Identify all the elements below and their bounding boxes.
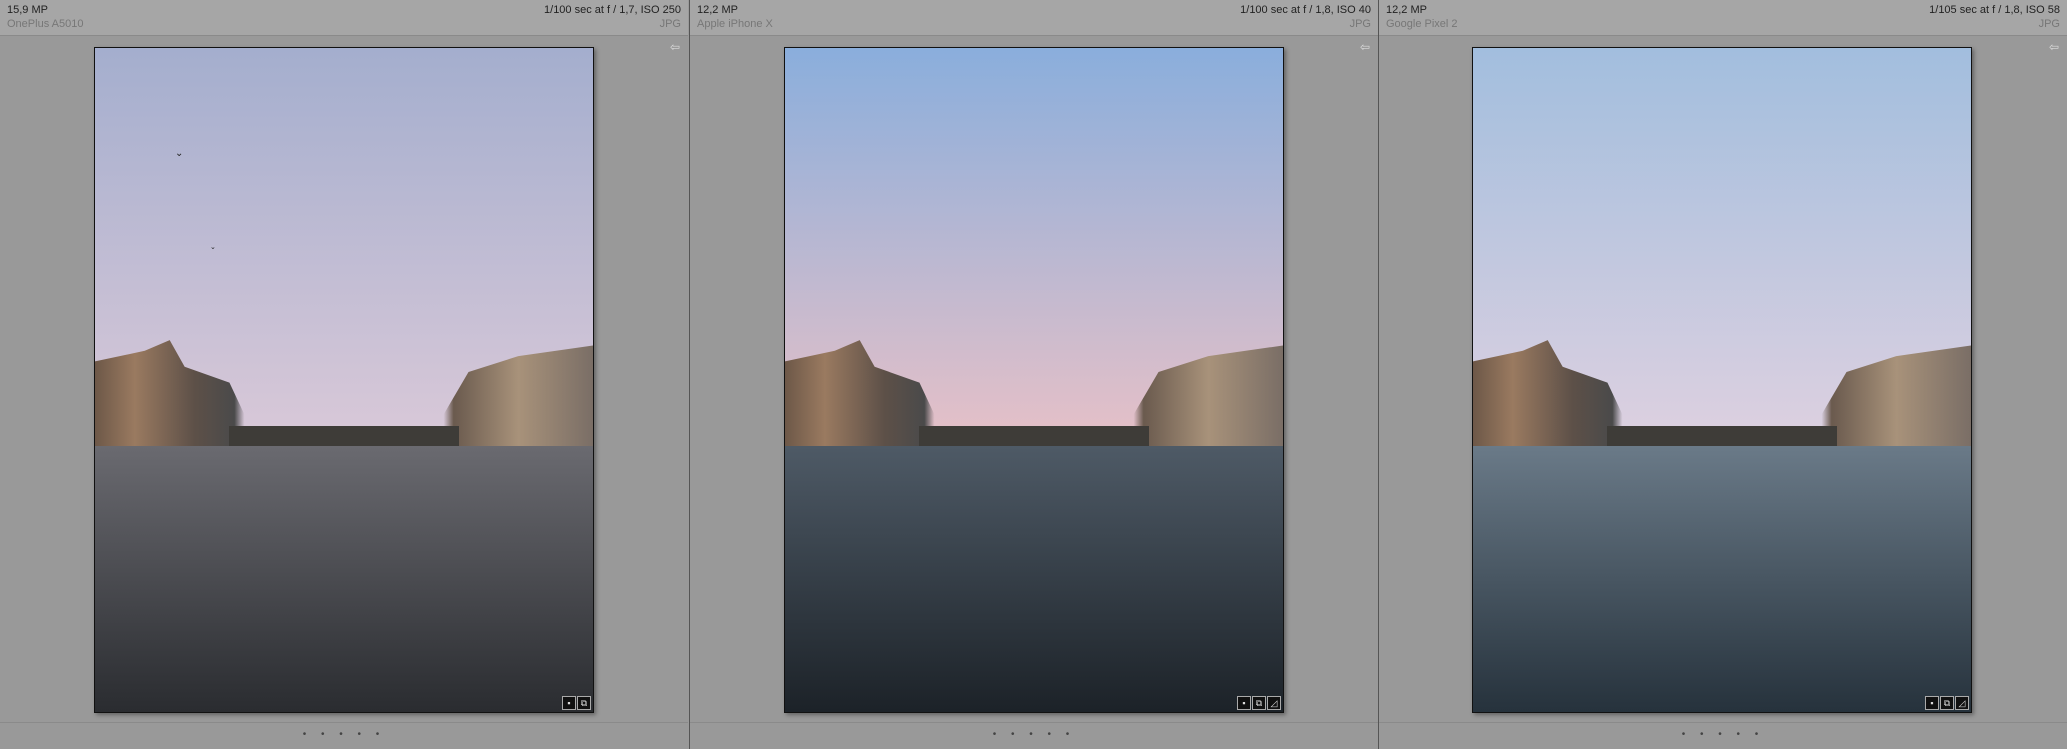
panel-footer: • • • • • [1379,722,2067,749]
file-format: JPG [1349,18,1371,30]
swap-arrow-icon[interactable]: ⇦ [2049,40,2059,54]
camera-model: Google Pixel 2 [1386,18,1458,30]
comment-icon[interactable]: ▪ [562,696,576,710]
photo-water [95,446,593,712]
exposure-info: 1/100 sec at f / 1,7, ISO 250 [544,4,681,16]
badge-row: ▪ ⧉ ◿ [1925,696,1969,710]
compare-panel-1[interactable]: 15,9 MP OnePlus A5010 1/100 sec at f / 1… [0,0,688,749]
camera-model: Apple iPhone X [697,18,773,30]
copy-icon[interactable]: ⧉ [1940,696,1954,710]
comment-icon[interactable]: ▪ [1237,696,1251,710]
photo-bridge [919,426,1149,447]
rating-dots[interactable]: • • • • • [1379,729,2067,740]
photo-bridge [229,426,459,447]
info-header: 12,2 MP Google Pixel 2 1/105 sec at f / … [1379,0,2067,36]
swap-arrow-icon[interactable]: ⇦ [670,40,680,54]
info-header: 15,9 MP OnePlus A5010 1/100 sec at f / 1… [0,0,688,36]
compare-panel-3[interactable]: 12,2 MP Google Pixel 2 1/105 sec at f / … [1378,0,2067,749]
photo[interactable]: ▪ ⧉ ◿ [784,47,1284,713]
photo-water [1473,446,1971,712]
badge-row: ▪ ⧉ ◿ [1237,696,1281,710]
megapixels: 15,9 MP [7,4,48,16]
camera-model: OnePlus A5010 [7,18,84,30]
photo[interactable]: ▪ ⧉ ◿ [1472,47,1972,713]
badge-row: ▪ ⧉ [562,696,591,710]
exposure-info: 1/100 sec at f / 1,8, ISO 40 [1240,4,1371,16]
info-header: 12,2 MP Apple iPhone X 1/100 sec at f / … [690,0,1378,36]
comment-icon[interactable]: ▪ [1925,696,1939,710]
megapixels: 12,2 MP [697,4,738,16]
copy-icon[interactable]: ⧉ [577,696,591,710]
swap-arrow-icon[interactable]: ⇦ [1360,40,1370,54]
file-format: JPG [2038,18,2060,30]
photo[interactable]: ⌄ ⌄ ▪ ⧉ [94,47,594,713]
megapixels: 12,2 MP [1386,4,1427,16]
rating-dots[interactable]: • • • • • [0,729,688,740]
photo-bridge [1607,426,1837,447]
copy-icon[interactable]: ⧉ [1252,696,1266,710]
exposure-info: 1/105 sec at f / 1,8, ISO 58 [1929,4,2060,16]
photo-water [785,446,1283,712]
bird-icon: ⌄ [175,148,184,159]
panel-footer: • • • • • [690,722,1378,749]
file-format: JPG [659,18,681,30]
edit-icon[interactable]: ◿ [1267,696,1281,710]
bird-icon: ⌄ [210,244,216,251]
panel-footer: • • • • • [0,722,688,749]
compare-panel-2[interactable]: 12,2 MP Apple iPhone X 1/100 sec at f / … [689,0,1378,749]
rating-dots[interactable]: • • • • • [690,729,1378,740]
edit-icon[interactable]: ◿ [1955,696,1969,710]
